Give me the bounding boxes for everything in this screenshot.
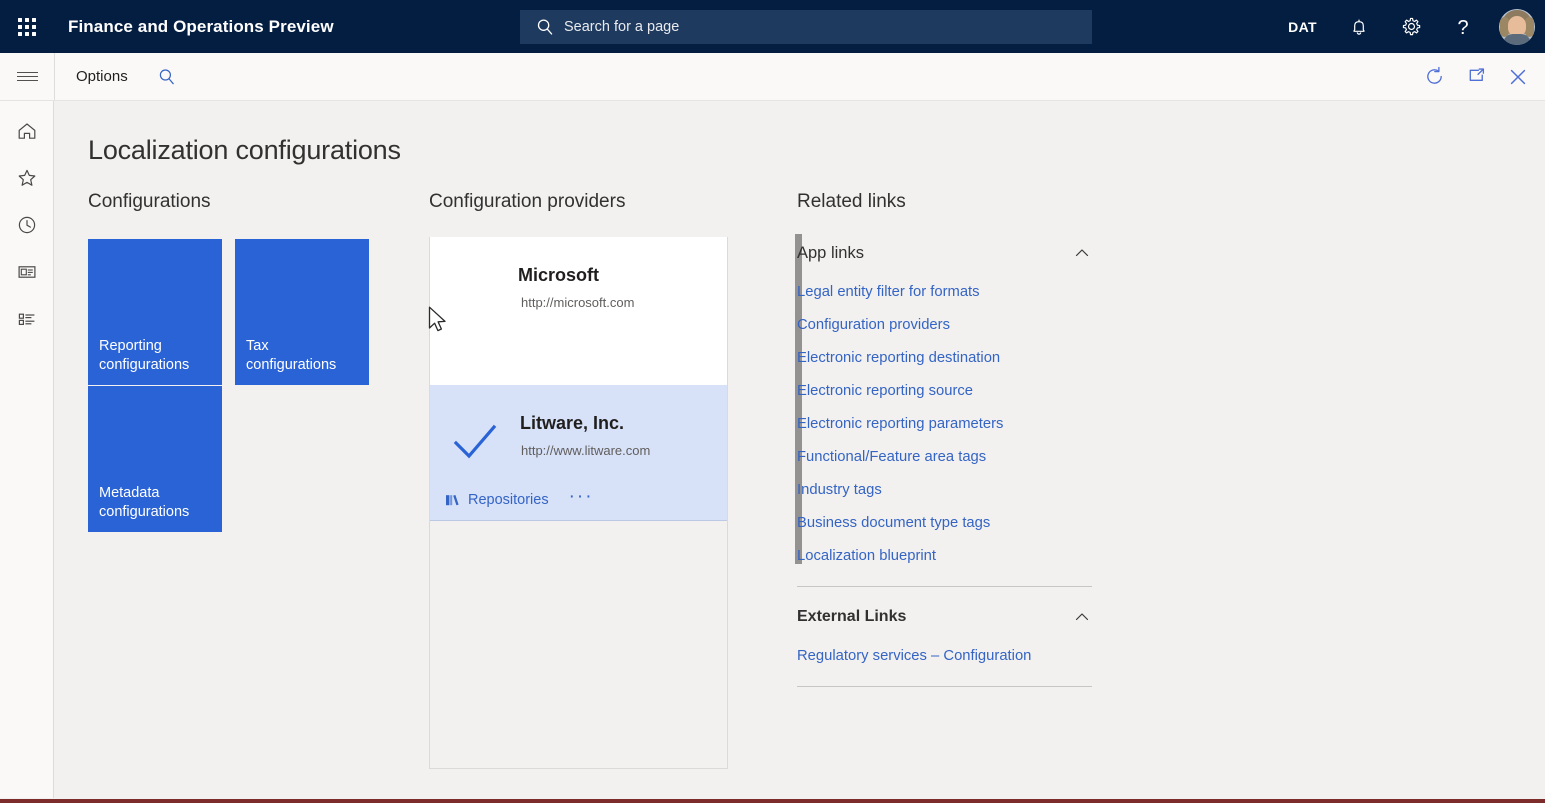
chevron-up-icon [1075,613,1089,621]
page-search-button[interactable] [150,53,184,100]
app-links-group-title: App links [797,243,864,262]
workspaces-icon [18,265,36,278]
link-localization-blueprint[interactable]: Localization blueprint [797,548,1127,564]
configurations-heading: Configurations [88,191,211,212]
tile-metadata-configurations[interactable]: Metadata configurations [88,386,222,532]
external-links-group-title: External Links [797,608,907,625]
external-links-group: External Links Regulatory services – Con… [797,607,1127,664]
command-bar-divider [54,53,55,100]
chevron-up-icon [1075,249,1089,257]
hamburger-icon [16,69,38,84]
topbar-right-actions: DAT ? [1272,0,1545,53]
search-icon [159,68,174,84]
link-electronic-reporting-source[interactable]: Electronic reporting source [797,383,1127,399]
global-search-placeholder: Search for a page [564,19,680,35]
sidebar-item-home[interactable] [0,107,54,154]
gear-icon [1402,17,1420,36]
global-search-box[interactable]: Search for a page [520,10,1092,44]
related-links-section: Related links App links Legal entity fil… [797,191,1127,687]
configuration-tiles: Reporting configurations Tax configurati… [88,239,418,532]
tile-label: Reporting configurations [99,338,190,373]
clock-icon [18,216,36,233]
tile-label: Tax configurations [246,338,337,373]
command-bar-right-actions [1413,53,1539,100]
link-industry-tags[interactable]: Industry tags [797,482,1127,498]
related-links-divider [797,586,1092,587]
avatar [1499,8,1535,45]
search-icon [537,19,553,35]
open-in-new-window-icon [1469,68,1484,81]
help-button[interactable]: ? [1437,0,1489,53]
app-links-group-header[interactable]: App links [797,243,1092,267]
star-icon [18,169,36,186]
link-electronic-reporting-parameters[interactable]: Electronic reporting parameters [797,416,1127,432]
home-icon [18,122,36,139]
refresh-icon [1426,66,1442,84]
configuration-providers-heading: Configuration providers [429,191,626,212]
tile-reporting-configurations[interactable]: Reporting configurations [88,239,222,385]
sidebar-item-workspaces[interactable] [0,248,54,295]
tile-label: Metadata configurations [99,485,190,520]
bottom-accent-bar [0,799,1545,803]
sidebar-item-recent[interactable] [0,201,54,248]
app-links-group: App links Legal entity filter for format… [797,243,1127,564]
link-configuration-providers[interactable]: Configuration providers [797,317,1127,333]
link-legal-entity-filter-for-formats[interactable]: Legal entity filter for formats [797,284,1127,300]
external-links-divider [797,686,1092,687]
provider-card-microsoft[interactable]: Microsoft http://microsoft.com [430,237,727,385]
books-icon [446,495,459,506]
checkmark-icon [453,424,497,459]
modules-list-icon [18,313,35,325]
link-regulatory-services-configuration[interactable]: Regulatory services – Configuration [797,648,1127,664]
app-launcher-button[interactable] [0,0,54,53]
provider-name: Microsoft [518,265,599,285]
provider-card-actions: Repositories ··· [445,487,594,508]
navigation-menu-button[interactable] [0,53,54,100]
configurations-section: Configurations Reporting configurations … [88,191,418,532]
company-selector[interactable]: DAT [1272,19,1333,35]
popout-button[interactable] [1455,53,1497,100]
provider-more-button[interactable]: ··· [569,487,594,508]
close-button[interactable] [1497,53,1539,100]
sidebar-item-favorites[interactable] [0,154,54,201]
provider-card-litware[interactable]: Litware, Inc. http://www.litware.com Rep… [430,385,727,521]
question-mark-icon: ? [1457,17,1468,39]
options-button[interactable]: Options [66,53,138,100]
link-functional-feature-area-tags[interactable]: Functional/Feature area tags [797,449,1127,465]
close-icon [1510,69,1526,84]
refresh-button[interactable] [1413,53,1455,100]
related-links-heading: Related links [797,191,906,212]
sidebar-item-modules[interactable] [0,295,54,342]
svg-text:?: ? [1457,17,1468,39]
provider-url: http://microsoft.com [521,295,635,310]
notifications-button[interactable] [1333,0,1385,53]
settings-button[interactable] [1385,0,1437,53]
link-electronic-reporting-destination[interactable]: Electronic reporting destination [797,350,1127,366]
configuration-providers-list: Microsoft http://microsoft.com Litware, … [429,237,728,769]
page-content: Localization configurations Configuratio… [55,101,1545,798]
app-title: Finance and Operations Preview [68,16,334,36]
command-bar: Options [0,53,1545,101]
external-links-group-header[interactable]: External Links [797,607,1092,631]
tile-tax-configurations[interactable]: Tax configurations [235,239,369,385]
configuration-providers-section: Configuration providers [429,191,769,213]
top-navigation-bar: Finance and Operations Preview Search fo… [0,0,1545,53]
provider-url: http://www.litware.com [521,443,651,458]
provider-name: Litware, Inc. [520,413,625,433]
app-launcher-icon [18,17,36,36]
page-title: Localization configurations [88,135,401,165]
repositories-link[interactable]: Repositories [445,492,549,508]
left-navigation-rail [0,101,54,798]
bell-icon [1353,18,1365,35]
link-business-document-type-tags[interactable]: Business document type tags [797,515,1127,531]
user-profile-button[interactable] [1489,0,1545,53]
repositories-label: Repositories [468,492,549,508]
